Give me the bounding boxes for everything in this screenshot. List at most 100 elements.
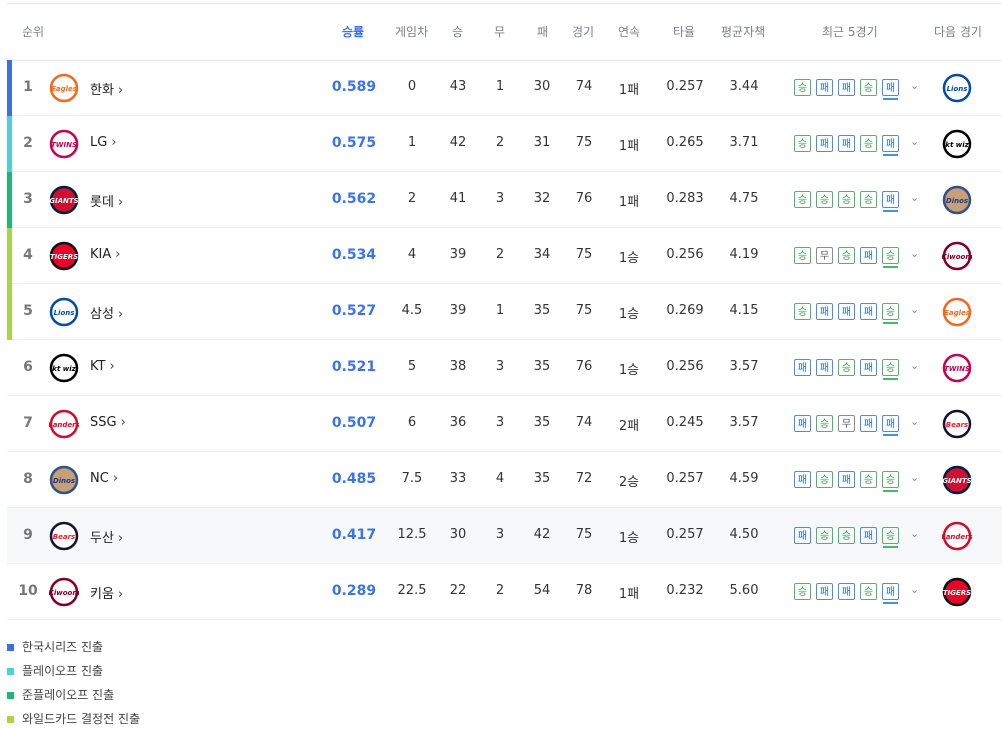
heroes-logo-icon: Kiwoom — [48, 577, 80, 607]
team-link[interactable]: 한화 › — [90, 79, 123, 98]
team-name: SSG — [90, 415, 117, 430]
team-link[interactable]: 두산 › — [90, 527, 123, 546]
header-d[interactable]: 무 — [494, 23, 505, 40]
chevron-down-icon[interactable]: ⌄ — [910, 583, 919, 596]
losses: 35 — [533, 415, 551, 430]
legend-swatch — [7, 643, 14, 651]
twins-logo-icon: TWINS — [49, 129, 79, 159]
losses: 32 — [533, 191, 551, 206]
games-behind: 6 — [407, 415, 417, 430]
next-opponent-landers-logo-icon[interactable]: Landers — [941, 521, 973, 551]
team-link[interactable]: NC › — [90, 471, 118, 486]
team-link[interactable]: KT › — [90, 359, 115, 374]
header-pct[interactable]: 승률 — [342, 23, 364, 40]
rank-status-bar — [7, 228, 12, 284]
recent-result-badge: 승 — [882, 471, 899, 492]
next-opponent-eagles-logo-icon[interactable]: Eagles — [942, 297, 972, 327]
next-opponent-heroes-logo-icon[interactable]: Kiwoom — [941, 241, 973, 271]
recent-games: 패승패승승 — [794, 471, 899, 492]
chevron-down-icon[interactable]: ⌄ — [910, 135, 919, 148]
svg-text:Kiwoom: Kiwoom — [49, 589, 79, 597]
chevron-down-icon[interactable]: ⌄ — [910, 415, 919, 428]
chevron-down-icon[interactable]: ⌄ — [910, 191, 919, 204]
era: 4.19 — [729, 247, 759, 262]
recent-result-badge: 패 — [882, 583, 899, 604]
recent-result-badge: 승 — [816, 191, 833, 208]
team-link[interactable]: KIA › — [90, 247, 120, 262]
era: 3.57 — [729, 415, 759, 430]
team-link[interactable]: SSG › — [90, 415, 126, 430]
recent-result-badge: 승 — [838, 527, 855, 544]
svg-text:Eagles: Eagles — [944, 309, 970, 317]
wins: 36 — [449, 415, 467, 430]
header-gb[interactable]: 게임차 — [395, 23, 428, 40]
batting-avg: 0.257 — [666, 79, 704, 94]
losses: 35 — [533, 471, 551, 486]
recent-games: 승패패승패 — [794, 135, 899, 156]
losses: 31 — [533, 135, 551, 150]
recent-result-badge: 패 — [882, 135, 899, 156]
chevron-down-icon[interactable]: ⌄ — [910, 359, 919, 372]
era: 5.60 — [729, 583, 759, 598]
next-opponent-giants-logo-icon[interactable]: GIANTS — [942, 465, 972, 495]
header-avg[interactable]: 타율 — [673, 23, 695, 40]
recent-result-badge: 승 — [860, 191, 877, 208]
recent-result-badge: 패 — [882, 79, 899, 100]
team-name: 삼성 — [90, 307, 114, 322]
team-link[interactable]: LG › — [90, 135, 117, 150]
landers-logo-icon: Landers — [48, 409, 80, 439]
streak: 1패 — [618, 587, 640, 602]
chevron-down-icon[interactable]: ⌄ — [910, 247, 919, 260]
team-link[interactable]: 삼성 › — [90, 303, 123, 322]
recent-games: 승패패패승 — [794, 303, 899, 324]
next-opponent-dinos-logo-icon[interactable]: Dinos — [942, 185, 972, 215]
header-rank[interactable]: 순위 — [22, 23, 44, 40]
games: 75 — [575, 247, 593, 262]
next-opponent-lions-logo-icon[interactable]: Lions — [942, 73, 972, 103]
team-link[interactable]: 롯데 › — [90, 191, 123, 210]
table-row: 8 Dinos NC › 0.485 7.5 33 4 35 72 2승 0.257 4.59 패 승 패 승 승… — [7, 452, 1002, 508]
draws: 4 — [495, 471, 505, 486]
chevron-down-icon[interactable]: ⌄ — [910, 471, 919, 484]
header-games[interactable]: 경기 — [572, 23, 594, 40]
next-opponent-tigers-logo-icon[interactable]: TIGERS — [942, 577, 972, 607]
chevron-down-icon[interactable]: ⌄ — [910, 527, 919, 540]
recent-result-badge: 패 — [838, 135, 855, 152]
chevron-down-icon[interactable]: ⌄ — [910, 79, 919, 92]
legend-label: 와일드카드 결정전 진출 — [22, 712, 141, 726]
header-streak[interactable]: 연속 — [618, 23, 640, 40]
era: 4.15 — [729, 303, 759, 318]
recent-result-badge: 패 — [794, 359, 811, 376]
chevron-right-icon: › — [117, 531, 124, 546]
batting-avg: 0.245 — [666, 415, 704, 430]
recent-result-badge: 패 — [816, 359, 833, 376]
team-link[interactable]: 키움 › — [90, 583, 123, 602]
streak: 1승 — [618, 363, 640, 378]
ktwiz-logo-icon: kt wiz — [49, 353, 79, 383]
games-behind: 1 — [407, 135, 417, 150]
wins: 41 — [449, 191, 467, 206]
eagles-logo-icon: Eagles — [49, 73, 79, 103]
recent-result-badge: 승 — [882, 303, 899, 324]
era: 3.57 — [729, 359, 759, 374]
header-l[interactable]: 패 — [537, 23, 548, 40]
win-pct: 0.521 — [331, 359, 377, 375]
next-opponent-ktwiz-logo-icon[interactable]: kt wiz — [942, 129, 972, 159]
header-w[interactable]: 승 — [452, 23, 463, 40]
chevron-down-icon[interactable]: ⌄ — [910, 303, 919, 316]
header-era[interactable]: 평균자책 — [721, 23, 765, 40]
next-opponent-twins-logo-icon[interactable]: TWINS — [942, 353, 972, 383]
chevron-right-icon: › — [117, 307, 124, 322]
draws: 1 — [495, 79, 505, 94]
chevron-right-icon: › — [117, 195, 124, 210]
recent-result-badge: 패 — [816, 79, 833, 96]
team-name: KIA — [90, 247, 112, 262]
svg-text:GIANTS: GIANTS — [49, 197, 78, 205]
chevron-right-icon: › — [115, 247, 121, 262]
table-row: 6 kt wiz KT › 0.521 5 38 3 35 76 1승 0.256 3.57 패 패 승 패 승 ⌄… — [7, 340, 1002, 396]
rank-status-bar — [7, 60, 12, 116]
next-opponent-bears-logo-icon[interactable]: Bears — [942, 409, 972, 439]
recent-result-badge: 승 — [882, 527, 899, 548]
rank: 3 — [23, 191, 33, 207]
team-name: 한화 — [90, 83, 114, 98]
